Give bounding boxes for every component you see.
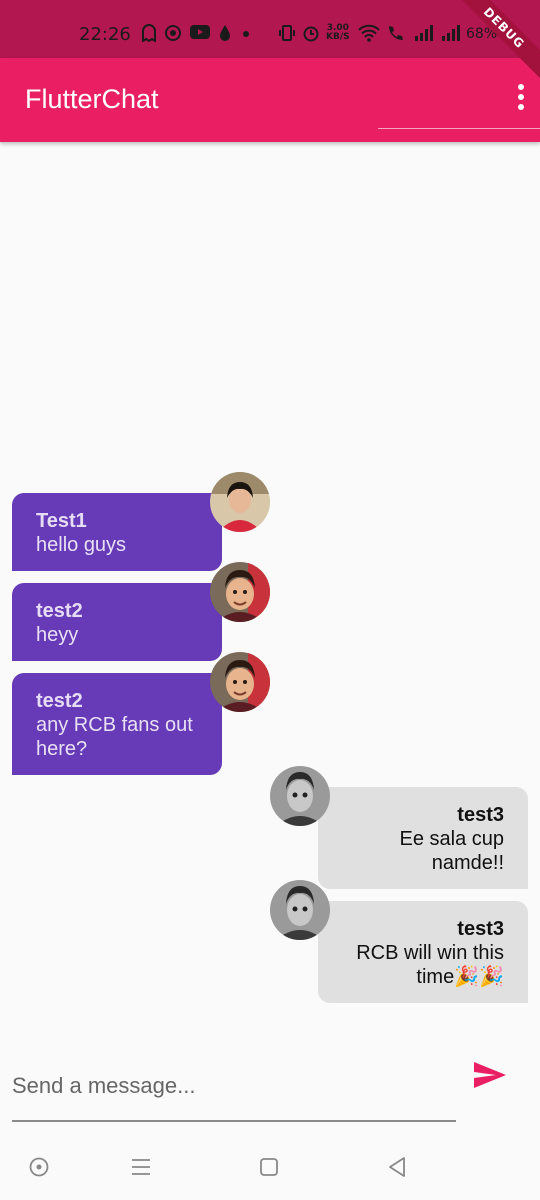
- message-bubble-incoming: Test1 hello guys: [12, 493, 222, 571]
- system-nav-bar: [0, 1134, 540, 1200]
- square-icon: [260, 1158, 278, 1176]
- volte-call-icon: [386, 24, 408, 47]
- message-sender: Test1: [36, 510, 87, 532]
- more-notifications-dot-icon: [242, 24, 250, 47]
- message-text: hello guys: [36, 534, 127, 556]
- message-input[interactable]: [12, 1052, 456, 1122]
- message-text: Ee sala cup namde!!: [399, 828, 504, 874]
- debug-banner: DEBUG: [450, 0, 540, 90]
- back-triangle-icon: [389, 1157, 405, 1177]
- network-speed-unit: KB/S: [326, 32, 350, 42]
- assistant-button[interactable]: [26, 1154, 56, 1182]
- vibrate-icon: [278, 24, 296, 47]
- youtube-notification-icon: [190, 24, 210, 45]
- message-text: RCB will win this time🎉🎉: [356, 942, 504, 988]
- avatar: [210, 652, 270, 712]
- message-bubble-incoming: test2 any RCB fans out here?: [12, 673, 222, 775]
- hamburger-icon: [132, 1159, 150, 1175]
- message-sender: test2: [36, 690, 83, 712]
- signal-sim1-icon: [414, 24, 434, 47]
- avatar: [210, 562, 270, 622]
- message-sender: test3: [457, 804, 504, 826]
- send-icon: [472, 1062, 508, 1094]
- circle-dot-icon: [29, 1157, 49, 1177]
- message-bubble-incoming: test2 heyy: [12, 583, 222, 661]
- avatar: [210, 472, 270, 532]
- debug-banner-label: DEBUG: [450, 0, 540, 85]
- message-sender: test2: [36, 600, 83, 622]
- target-notification-icon: [164, 24, 182, 47]
- page-title: FlutterChat: [25, 84, 159, 114]
- network-speed: 3.00 KB/S: [326, 24, 350, 42]
- dropdown-underline: [378, 128, 540, 129]
- alarm-icon: [302, 24, 320, 47]
- wifi-icon: [358, 24, 380, 47]
- menu-button[interactable]: [128, 1154, 158, 1182]
- ghost-notification-icon: [142, 24, 156, 47]
- home-button[interactable]: [256, 1154, 286, 1182]
- send-button[interactable]: [472, 1060, 512, 1096]
- back-button[interactable]: [384, 1154, 414, 1182]
- avatar: [270, 880, 330, 940]
- message-text: heyy: [36, 624, 79, 646]
- message-bubble-outgoing: test3 RCB will win this time🎉🎉: [318, 901, 528, 1003]
- avatar: [270, 766, 330, 826]
- status-time: 22:26: [79, 24, 131, 45]
- message-text: any RCB fans out here?: [36, 714, 193, 760]
- drop-notification-icon: [218, 24, 232, 47]
- message-bubble-outgoing: test3 Ee sala cup namde!!: [318, 787, 528, 889]
- message-sender: test3: [457, 918, 504, 940]
